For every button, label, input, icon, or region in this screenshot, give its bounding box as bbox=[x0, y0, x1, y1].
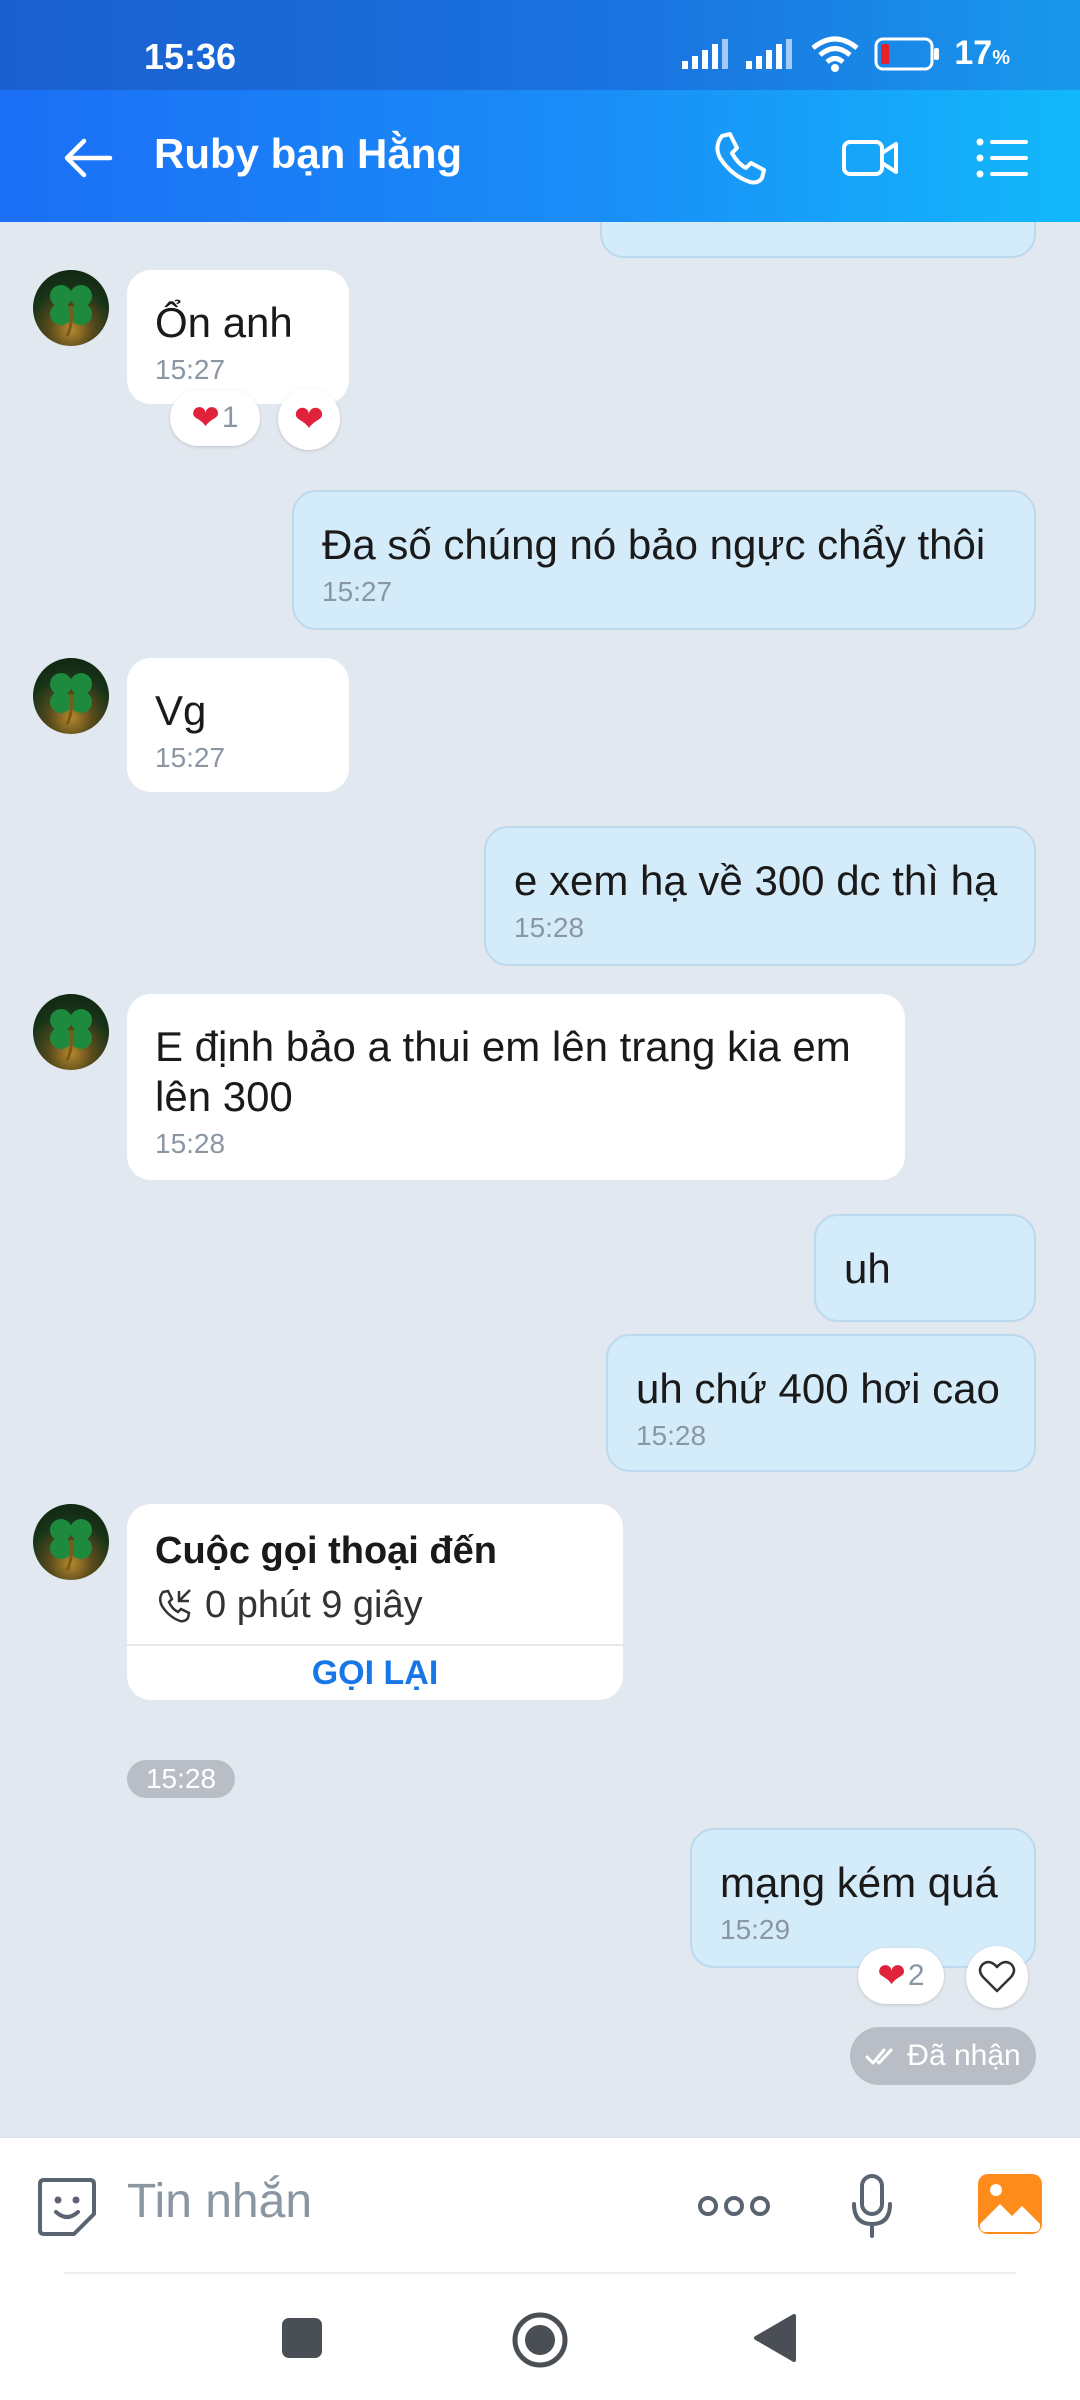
message-time: 15:27 bbox=[322, 576, 393, 607]
message-bubble-outgoing[interactable]: uh bbox=[814, 1214, 1036, 1322]
reaction-count-badge[interactable]: ❤ 2 bbox=[858, 1948, 944, 2004]
incoming-call-card: Cuộc gọi thoại đến 0 phút 9 giây GỌI LẠI bbox=[127, 1504, 623, 1700]
call-time-chip: 15:28 bbox=[127, 1760, 235, 1798]
contact-avatar[interactable] bbox=[33, 1504, 109, 1580]
chat-message-list[interactable]: Ổn anh 15:27 ❤ 1 ❤ Đa số chúng nó bảo ngự… bbox=[0, 222, 1080, 2137]
chat-title[interactable]: Ruby bạn Hằng bbox=[154, 130, 462, 178]
delivery-status-badge: Đã nhận bbox=[850, 2027, 1036, 2085]
heart-icon: ❤ bbox=[293, 398, 325, 439]
message-bubble-outgoing[interactable]: e xem hạ về 300 dc thì hạ 15:28 bbox=[484, 826, 1036, 966]
back-triangle-icon[interactable] bbox=[752, 2312, 798, 2364]
message-time: 15:27 bbox=[155, 354, 226, 385]
heart-icon: ❤ bbox=[877, 1957, 906, 1995]
react-heart-button[interactable] bbox=[966, 1946, 1028, 2008]
status-time: 15:36 bbox=[144, 36, 237, 77]
message-text: Đa số chúng nó bảo ngực chẩy thôi bbox=[322, 521, 986, 568]
message-text: uh chứ 400 hơi cao bbox=[636, 1365, 1000, 1412]
microphone-icon[interactable] bbox=[846, 2172, 898, 2240]
message-bubble-outgoing[interactable]: mạng kém quá 15:29 bbox=[690, 1828, 1036, 1968]
video-call-icon[interactable] bbox=[838, 126, 902, 190]
incoming-call-icon bbox=[159, 1588, 191, 1622]
divider bbox=[64, 2272, 1016, 2274]
message-time: 15:28 bbox=[636, 1420, 707, 1451]
sticker-icon[interactable] bbox=[34, 2174, 100, 2240]
heart-outline-icon bbox=[978, 1960, 1016, 1993]
wifi-icon bbox=[811, 36, 859, 72]
contact-avatar[interactable] bbox=[33, 994, 109, 1070]
message-bubble-outgoing[interactable]: Đa số chúng nó bảo ngực chẩy thôi 15:27 bbox=[292, 490, 1036, 630]
image-gallery-icon[interactable] bbox=[976, 2172, 1044, 2236]
status-bar: 15:36 17% bbox=[0, 0, 1080, 90]
call-back-button[interactable]: GỌI LẠI bbox=[127, 1646, 623, 1700]
home-icon[interactable] bbox=[510, 2310, 570, 2370]
recent-apps-icon[interactable] bbox=[280, 2316, 324, 2360]
system-navigation-bar bbox=[0, 2272, 1080, 2400]
message-text: e xem hạ về 300 dc thì hạ bbox=[514, 857, 998, 904]
contact-avatar[interactable] bbox=[33, 658, 109, 734]
message-time: 15:28 bbox=[514, 912, 585, 943]
status-icons: 17% bbox=[682, 34, 1010, 73]
react-heart-button[interactable]: ❤ bbox=[278, 388, 340, 450]
message-time: 15:28 bbox=[155, 1128, 226, 1159]
message-text: Ổn anh bbox=[155, 299, 293, 346]
message-text: mạng kém quá bbox=[720, 1859, 998, 1906]
message-input[interactable]: Tin nhắn bbox=[127, 2174, 312, 2229]
double-check-icon bbox=[865, 2048, 893, 2065]
message-time: 15:29 bbox=[720, 1914, 791, 1945]
message-composer: Tin nhắn bbox=[0, 2137, 1080, 2273]
battery-level: 17% bbox=[954, 34, 1010, 72]
message-bubble-partial bbox=[600, 222, 1036, 258]
message-bubble-incoming[interactable]: E định bảo a thui em lên trang kia em lê… bbox=[127, 994, 905, 1180]
reaction-count-badge[interactable]: ❤ 1 bbox=[170, 390, 260, 446]
message-bubble-outgoing[interactable]: uh chứ 400 hơi cao 15:28 bbox=[606, 1334, 1036, 1472]
message-time: 15:27 bbox=[155, 742, 226, 773]
heart-icon: ❤ bbox=[191, 399, 220, 437]
message-bubble-incoming[interactable]: Vg 15:27 bbox=[127, 658, 349, 792]
signal-icon bbox=[746, 38, 793, 69]
message-text: E định bảo a thui em lên trang kia em lê… bbox=[155, 1023, 851, 1120]
menu-list-icon[interactable] bbox=[970, 126, 1034, 190]
contact-avatar[interactable] bbox=[33, 270, 109, 346]
battery-icon bbox=[874, 37, 940, 70]
signal-icon bbox=[682, 38, 729, 69]
message-bubble-incoming[interactable]: Ổn anh 15:27 bbox=[127, 270, 349, 404]
message-text: uh bbox=[844, 1245, 891, 1292]
message-text: Vg bbox=[155, 687, 207, 734]
phone-icon[interactable] bbox=[708, 126, 772, 190]
call-duration: 0 phút 9 giây bbox=[155, 1584, 423, 1627]
back-arrow-icon[interactable] bbox=[58, 128, 118, 188]
more-options-icon[interactable] bbox=[696, 2188, 772, 2224]
call-card-title: Cuộc gọi thoại đến bbox=[155, 1530, 497, 1572]
